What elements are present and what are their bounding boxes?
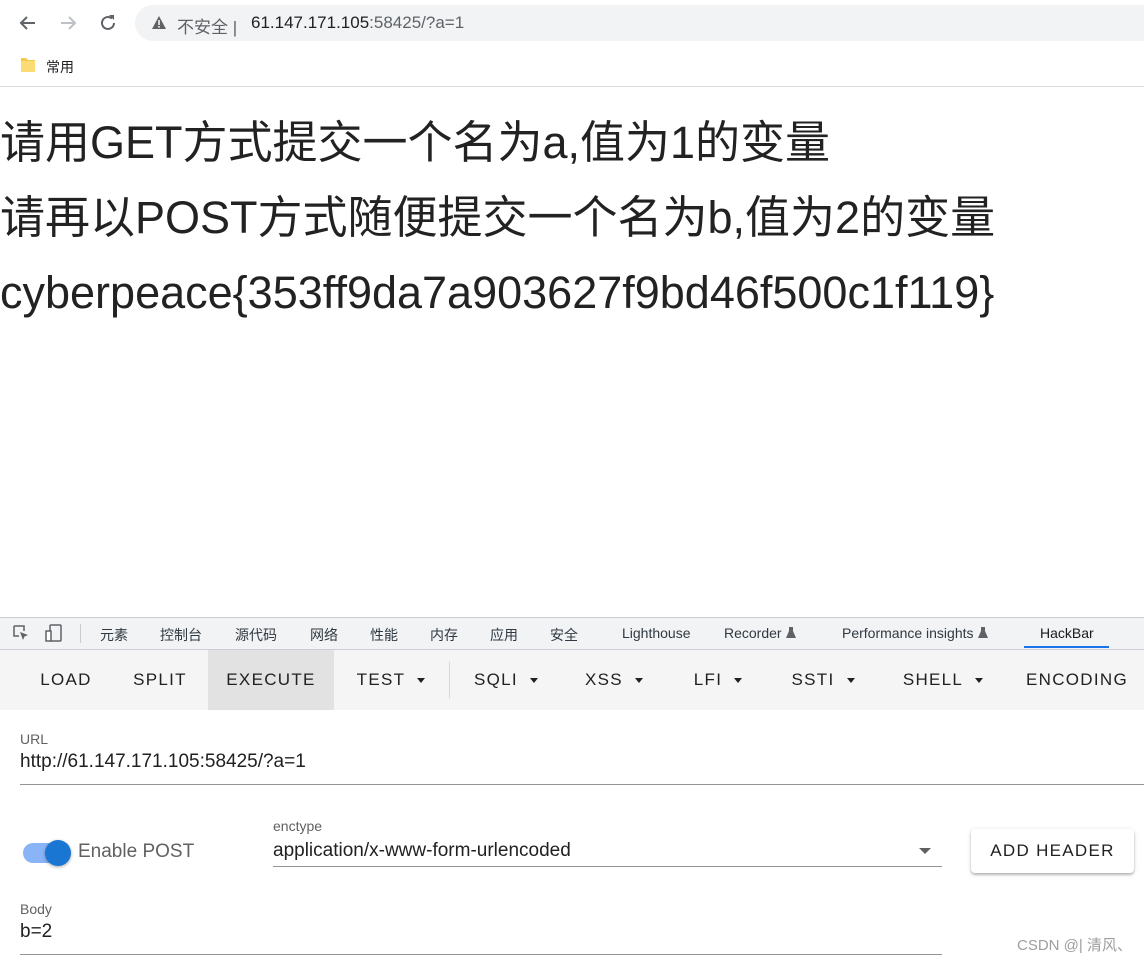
tab-memory[interactable]: 内存 <box>430 625 458 645</box>
ssti-button-label: SSTI <box>791 670 835 689</box>
tab-network[interactable]: 网络 <box>310 625 338 645</box>
device-toolbar-icon[interactable] <box>43 622 65 644</box>
enable-post-toggle[interactable] <box>23 840 71 866</box>
enable-post-label: Enable POST <box>78 841 195 862</box>
toggle-thumb <box>45 840 71 866</box>
flask-icon <box>977 626 989 642</box>
bookmark-folder-label: 常用 <box>46 59 74 75</box>
tab-console[interactable]: 控制台 <box>160 625 202 645</box>
caret-down-icon <box>634 677 643 683</box>
caret-down-icon <box>846 677 855 683</box>
tab-security[interactable]: 安全 <box>550 625 578 645</box>
page-content: 请用GET方式提交一个名为a,值为1的变量 请再以POST方式随便提交一个名为b… <box>0 105 995 330</box>
test-dropdown-button[interactable]: TEST <box>334 650 448 710</box>
tab-recorder-label: Recorder <box>724 625 782 641</box>
forward-arrow-icon[interactable] <box>53 8 83 38</box>
bookmarks-bar: 常用 <box>0 46 1144 87</box>
url-input-underline <box>20 784 1144 785</box>
tab-elements[interactable]: 元素 <box>100 625 128 645</box>
sqli-button-label: SQLI <box>474 670 518 689</box>
tab-recorder[interactable]: Recorder <box>724 625 797 642</box>
caret-down-icon <box>529 677 538 683</box>
ssti-dropdown-button[interactable]: SSTI <box>768 650 878 710</box>
back-arrow-icon[interactable] <box>13 8 43 38</box>
active-tab-indicator <box>1024 646 1109 648</box>
split-button-label: SPLIT <box>133 670 187 689</box>
enctype-select[interactable]: application/x-www-form-urlencoded <box>273 840 571 862</box>
address-url: 61.147.171.105:58425/?a=1 <box>251 13 464 33</box>
test-button-label: TEST <box>356 670 406 689</box>
encoding-button[interactable]: ENCODING <box>1010 650 1144 710</box>
add-header-label: ADD HEADER <box>990 841 1115 860</box>
tab-hackbar[interactable]: HackBar <box>1040 625 1094 641</box>
xss-dropdown-button[interactable]: XSS <box>560 650 668 710</box>
body-input-underline <box>20 954 942 955</box>
address-host: 61.147.171.105 <box>251 13 370 32</box>
lfi-button-label: LFI <box>693 670 723 689</box>
add-header-button[interactable]: ADD HEADER <box>971 829 1134 873</box>
hackbar-toolbar: LOAD SPLIT EXECUTE TEST SQLI XSS LFI SST… <box>0 650 1144 710</box>
caret-down-icon <box>417 677 426 683</box>
url-label: URL <box>20 731 49 747</box>
address-bar[interactable]: 不安全 | 61.147.171.105:58425/?a=1 <box>135 5 1144 41</box>
warning-triangle-icon <box>151 15 167 35</box>
execute-button-label: EXECUTE <box>226 670 316 689</box>
encoding-button-label: ENCODING <box>1025 670 1128 689</box>
devtools-separator <box>80 624 81 643</box>
xss-button-label: XSS <box>585 670 623 689</box>
tab-performance-insights[interactable]: Performance insights <box>842 625 989 642</box>
body-label: Body <box>20 901 52 917</box>
tab-performance-insights-label: Performance insights <box>842 625 974 641</box>
caret-down-icon <box>734 677 743 683</box>
tab-lighthouse[interactable]: Lighthouse <box>622 625 691 641</box>
shell-dropdown-button[interactable]: SHELL <box>878 650 1008 710</box>
sqli-dropdown-button[interactable]: SQLI <box>452 650 560 710</box>
caret-down-icon <box>975 677 984 683</box>
flask-icon <box>785 626 797 642</box>
page-line-post: 请再以POST方式随便提交一个名为b,值为2的变量 <box>0 192 996 243</box>
enctype-label: enctype <box>273 818 323 834</box>
body-input[interactable]: b=2 <box>20 921 52 943</box>
folder-icon <box>20 56 36 78</box>
reload-icon[interactable] <box>93 8 123 38</box>
bookmark-folder[interactable]: 常用 <box>20 56 74 78</box>
tab-performance[interactable]: 性能 <box>370 625 398 645</box>
load-button[interactable]: LOAD <box>20 650 112 710</box>
inspect-element-icon[interactable] <box>10 622 32 644</box>
page-line-flag: cyberpeace{353ff9da7a903627f9bd46f500c1f… <box>0 267 995 318</box>
shell-button-label: SHELL <box>902 670 964 689</box>
address-path: :58425/?a=1 <box>369 13 465 32</box>
split-button[interactable]: SPLIT <box>112 650 208 710</box>
devtools-panel: 元素 控制台 源代码 网络 性能 内存 应用 安全 Lighthouse Rec… <box>0 617 1144 962</box>
execute-button[interactable]: EXECUTE <box>208 650 334 710</box>
load-button-label: LOAD <box>40 670 92 689</box>
tab-sources[interactable]: 源代码 <box>235 625 277 645</box>
tab-application[interactable]: 应用 <box>490 625 518 645</box>
dropdown-arrow-icon[interactable] <box>919 848 931 854</box>
enctype-underline <box>273 866 942 867</box>
url-input[interactable]: http://61.147.171.105:58425/?a=1 <box>20 751 306 773</box>
insecure-label: 不安全 | <box>177 18 238 37</box>
browser-toolbar: 不安全 | 61.147.171.105:58425/?a=1 <box>0 0 1144 46</box>
watermark: CSDN @| 清风、 <box>1017 937 1132 954</box>
toolbar-separator <box>449 662 450 698</box>
devtools-tab-bar: 元素 控制台 源代码 网络 性能 内存 应用 安全 Lighthouse Rec… <box>0 618 1144 650</box>
lfi-dropdown-button[interactable]: LFI <box>668 650 768 710</box>
page-line-get: 请用GET方式提交一个名为a,值为1的变量 <box>0 117 831 168</box>
